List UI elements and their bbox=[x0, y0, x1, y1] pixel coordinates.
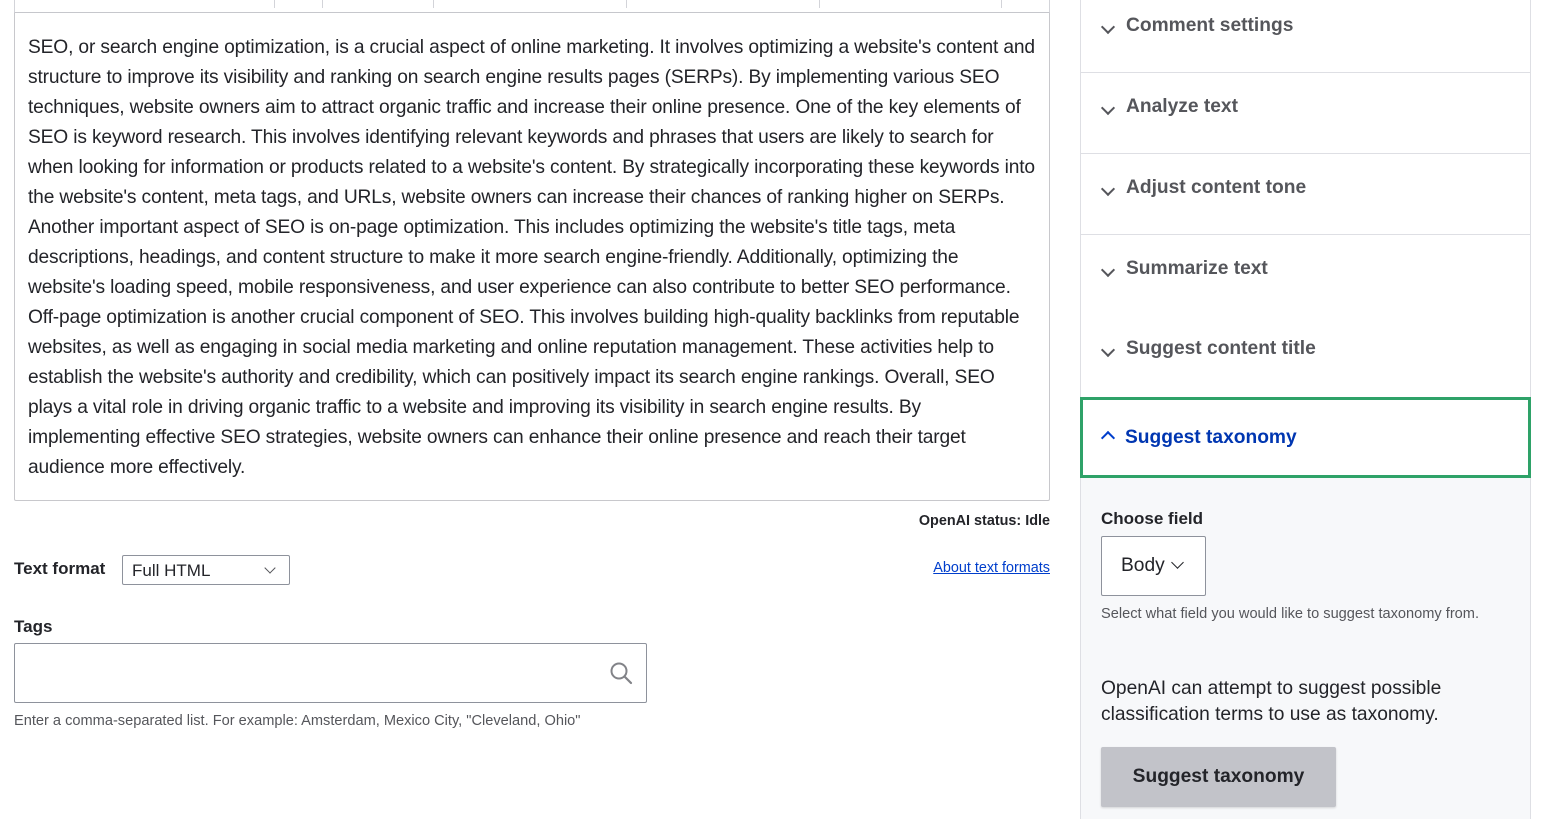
sidebar: Comment settings Analyze text Adjust con… bbox=[1080, 0, 1531, 819]
accordion-title: Analyze text bbox=[1126, 96, 1238, 117]
text-format-select[interactable]: Full HTML bbox=[122, 555, 290, 585]
accordion-title: Suggest content title bbox=[1126, 338, 1316, 359]
accordion-suggest-content-title[interactable]: Suggest content title bbox=[1081, 316, 1530, 396]
accordion-comment-settings[interactable]: Comment settings bbox=[1081, 0, 1530, 73]
toolbar-separator bbox=[626, 0, 627, 8]
chevron-down-icon bbox=[1100, 342, 1116, 358]
accordion-analyze-text[interactable]: Analyze text bbox=[1081, 74, 1530, 154]
accordion-adjust-content-tone[interactable]: Adjust content tone bbox=[1081, 155, 1530, 235]
editor-content[interactable]: SEO, or search engine optimization, is a… bbox=[28, 33, 1038, 483]
chevron-down-icon bbox=[264, 562, 276, 574]
chevron-down-icon bbox=[1100, 262, 1116, 278]
text-format-label: Text format bbox=[14, 559, 106, 578]
accordion-title: Summarize text bbox=[1126, 258, 1268, 279]
tags-help-text: Enter a comma-separated list. For exampl… bbox=[14, 713, 581, 729]
choose-field-select[interactable]: Body bbox=[1101, 536, 1206, 596]
choose-field-label: Choose field bbox=[1101, 509, 1204, 528]
suggest-taxonomy-button[interactable]: Suggest taxonomy bbox=[1101, 747, 1336, 807]
search-icon[interactable] bbox=[609, 661, 633, 685]
openai-status: OpenAI status: Idle bbox=[918, 513, 1050, 529]
accordion-title: Suggest taxonomy bbox=[1125, 427, 1297, 448]
toolbar-separator bbox=[819, 0, 820, 8]
choose-field-help: Select what field you would like to sugg… bbox=[1101, 606, 1480, 622]
accordion-title: Adjust content tone bbox=[1126, 177, 1307, 198]
toolbar-separator bbox=[433, 0, 434, 8]
chevron-down-icon bbox=[1171, 556, 1184, 569]
choose-field-value: Body bbox=[1121, 555, 1165, 576]
taxonomy-description: OpenAI can attempt to suggest possible c… bbox=[1101, 678, 1442, 725]
about-text-formats-link[interactable]: About text formats bbox=[933, 560, 1050, 576]
chevron-up-icon bbox=[1100, 430, 1116, 446]
tags-input[interactable] bbox=[14, 643, 647, 703]
accordion-suggest-taxonomy[interactable]: Suggest taxonomy bbox=[1080, 397, 1531, 478]
editor-toolbar bbox=[14, 0, 1050, 13]
text-format-value: Full HTML bbox=[132, 561, 211, 580]
chevron-down-icon bbox=[1100, 181, 1116, 197]
chevron-down-icon bbox=[1100, 100, 1116, 116]
tags-label: Tags bbox=[14, 617, 53, 636]
chevron-down-icon bbox=[1100, 19, 1116, 35]
toolbar-separator bbox=[1001, 0, 1002, 8]
body-editor[interactable]: SEO, or search engine optimization, is a… bbox=[14, 13, 1050, 501]
toolbar-separator bbox=[274, 0, 275, 8]
accordion-summarize-text[interactable]: Summarize text bbox=[1081, 236, 1530, 316]
toolbar-separator bbox=[322, 0, 323, 8]
accordion-title: Comment settings bbox=[1126, 15, 1294, 36]
suggest-taxonomy-panel: Choose field Body Select what field you … bbox=[1081, 478, 1530, 819]
